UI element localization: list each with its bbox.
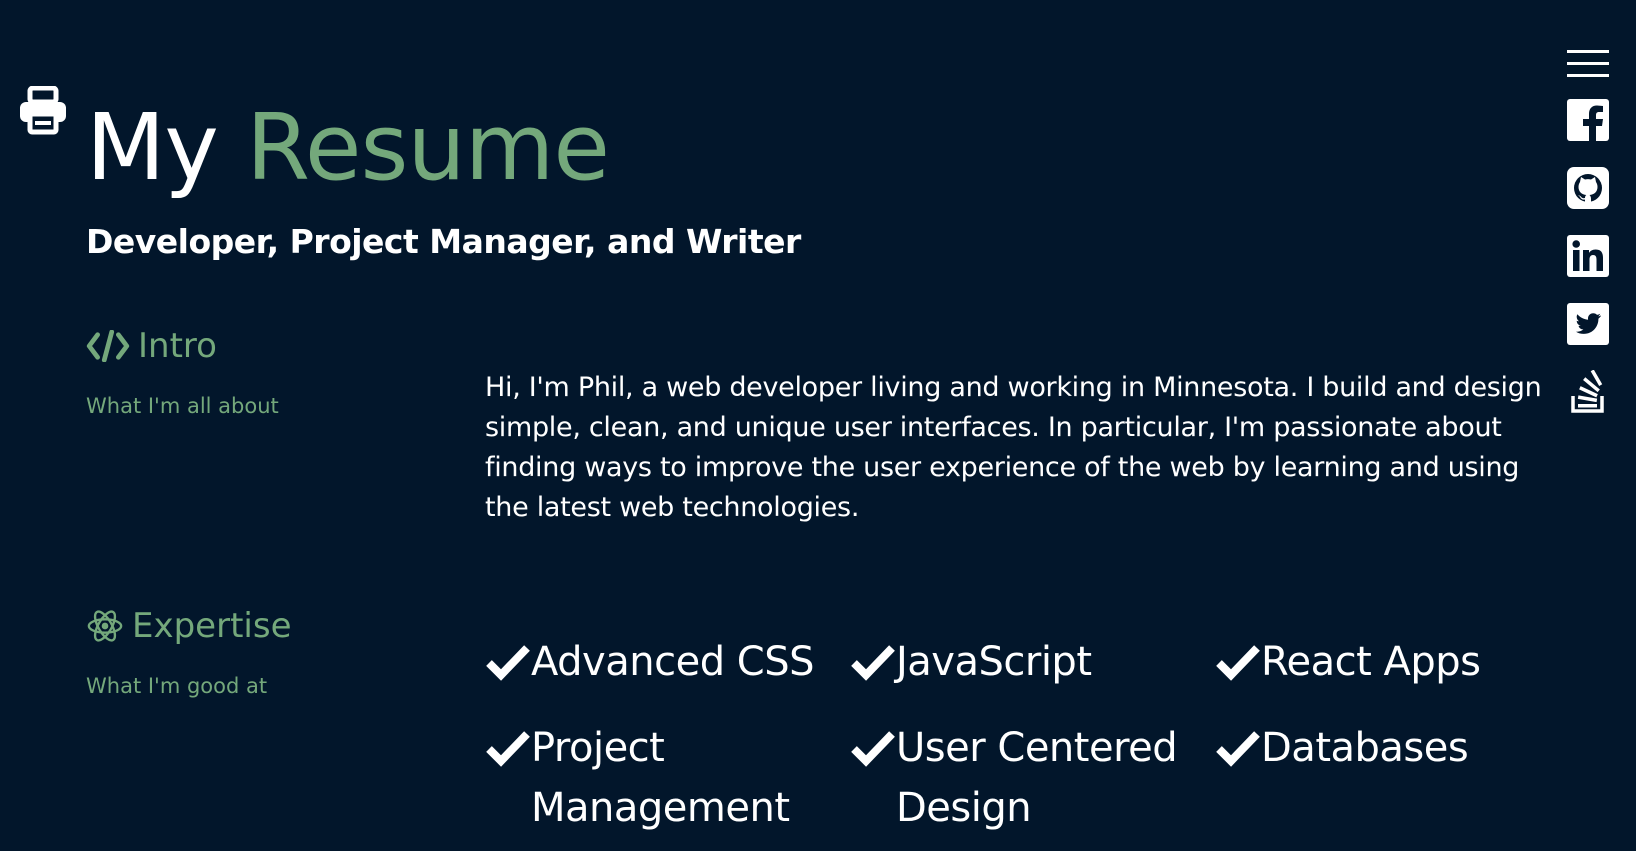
intro-heading: Intro xyxy=(86,326,217,366)
resume-page: My Resume Developer, Project Manager, an… xyxy=(0,0,1636,851)
checkmark-icon xyxy=(486,645,530,681)
title-plain: My xyxy=(86,94,219,201)
menu-icon[interactable] xyxy=(1566,48,1610,80)
checkmark-icon xyxy=(851,645,895,681)
page-subtitle: Developer, Project Manager, and Writer xyxy=(86,222,801,261)
social-links xyxy=(1565,48,1611,414)
skill-item: Advanced CSS xyxy=(485,632,850,692)
skill-item: React Apps xyxy=(1215,632,1555,692)
atom-icon xyxy=(87,610,123,642)
skill-label: Advanced CSS xyxy=(531,639,815,685)
intro-subheading: What I'm all about xyxy=(86,394,279,418)
skill-label: Databases xyxy=(1261,725,1469,771)
expertise-heading: Expertise xyxy=(86,606,292,646)
linkedin-icon[interactable] xyxy=(1566,234,1610,278)
checkmark-icon xyxy=(851,731,895,767)
expertise-heading-label: Expertise xyxy=(132,606,292,646)
intro-heading-label: Intro xyxy=(138,326,217,366)
skill-item: JavaScript xyxy=(850,632,1215,692)
intro-body: Hi, I'm Phil, a web developer living and… xyxy=(485,372,1542,523)
page-title: My Resume xyxy=(86,102,610,194)
checkmark-icon xyxy=(1216,731,1260,767)
skills-grid: Advanced CSS JavaScript React Apps Proje… xyxy=(485,632,1555,838)
skill-label: User Centered Design xyxy=(896,725,1178,831)
skill-label: Project Management xyxy=(531,725,790,831)
github-icon[interactable] xyxy=(1566,166,1610,210)
title-accent: Resume xyxy=(246,94,610,201)
skill-label: JavaScript xyxy=(896,639,1092,685)
checkmark-icon xyxy=(1216,645,1260,681)
expertise-subheading: What I'm good at xyxy=(86,674,268,698)
skill-label: React Apps xyxy=(1261,639,1481,685)
print-icon[interactable] xyxy=(18,85,68,136)
skill-item: Databases xyxy=(1215,718,1555,838)
code-icon xyxy=(86,330,130,362)
facebook-icon[interactable] xyxy=(1566,98,1610,142)
skill-item: Project Management xyxy=(485,718,850,838)
twitter-icon[interactable] xyxy=(1566,302,1610,346)
checkmark-icon xyxy=(486,731,530,767)
stackoverflow-icon[interactable] xyxy=(1566,370,1610,414)
skill-item: User Centered Design xyxy=(850,718,1215,838)
